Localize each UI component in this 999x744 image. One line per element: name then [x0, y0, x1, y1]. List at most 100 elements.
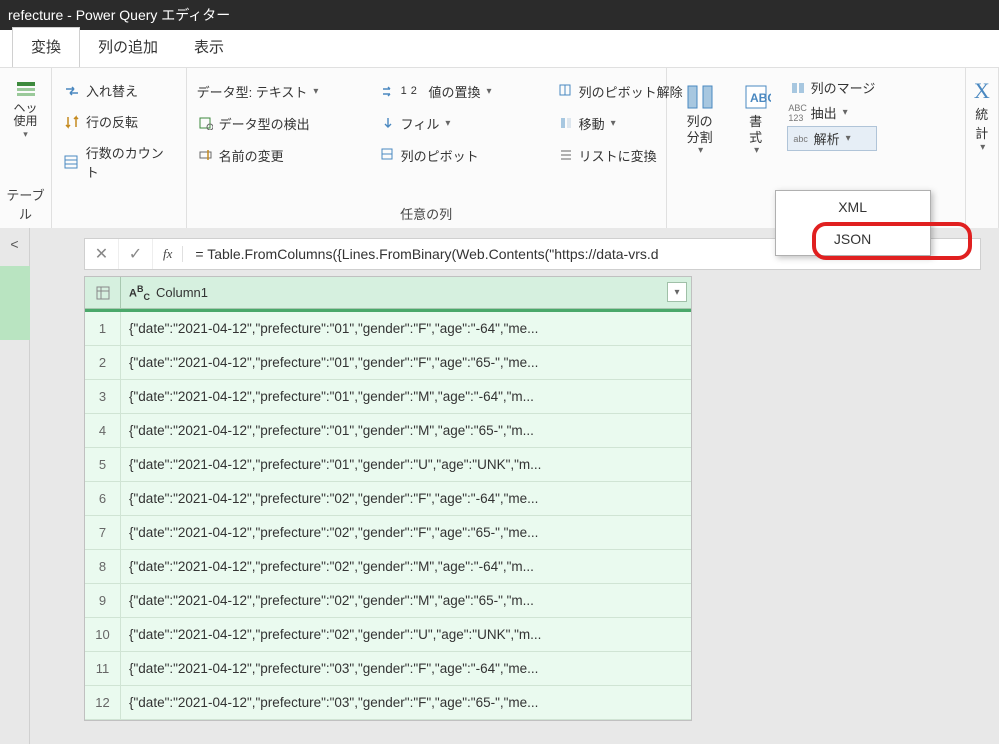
table-row[interactable]: 1{"date":"2021-04-12","prefecture":"01",… — [85, 312, 691, 346]
row-number: 12 — [85, 686, 121, 719]
cell[interactable]: {"date":"2021-04-12","prefecture":"01","… — [121, 448, 691, 481]
fx-label: fx — [153, 246, 183, 262]
table-row[interactable]: 8{"date":"2021-04-12","prefecture":"02",… — [85, 550, 691, 584]
cell[interactable]: {"date":"2021-04-12","prefecture":"01","… — [121, 312, 691, 345]
row-number: 2 — [85, 346, 121, 379]
cell[interactable]: {"date":"2021-04-12","prefecture":"02","… — [121, 516, 691, 549]
split-column-button[interactable]: 列の 分割 ▾ — [675, 76, 725, 198]
datatype-text-icon: ABC — [129, 284, 150, 302]
table-row[interactable]: 5{"date":"2021-04-12","prefecture":"01",… — [85, 448, 691, 482]
row-number: 9 — [85, 584, 121, 617]
queries-pane-collapsed[interactable]: < — [0, 228, 30, 744]
cell[interactable]: {"date":"2021-04-12","prefecture":"01","… — [121, 414, 691, 447]
window-title: refecture - Power Query エディター — [8, 5, 230, 25]
cell[interactable]: {"date":"2021-04-12","prefecture":"02","… — [121, 584, 691, 617]
table-row[interactable]: 11{"date":"2021-04-12","prefecture":"03"… — [85, 652, 691, 686]
detect-icon — [197, 114, 215, 132]
column-filter-button[interactable]: ▾ — [667, 282, 687, 302]
row-number: 7 — [85, 516, 121, 549]
pivot-button[interactable]: 列のピボット — [377, 140, 547, 170]
list-icon — [557, 146, 575, 164]
table-row[interactable]: 9{"date":"2021-04-12","prefecture":"02",… — [85, 584, 691, 618]
parse-button[interactable]: abc解析▾ — [787, 126, 878, 151]
fill-button[interactable]: フィル▾ — [377, 108, 547, 138]
dropdown-icon: ▾ — [611, 118, 616, 129]
reverse-icon — [62, 113, 82, 131]
table-row[interactable]: 7{"date":"2021-04-12","prefecture":"02",… — [85, 516, 691, 550]
row-number: 8 — [85, 550, 121, 583]
row-number: 6 — [85, 482, 121, 515]
row-number: 4 — [85, 414, 121, 447]
query-strip — [0, 266, 30, 340]
dropdown-icon: ▾ — [486, 86, 491, 97]
table-row[interactable]: 10{"date":"2021-04-12","prefecture":"02"… — [85, 618, 691, 652]
select-all-cell[interactable] — [85, 277, 121, 308]
cell[interactable]: {"date":"2021-04-12","prefecture":"01","… — [121, 346, 691, 379]
cell[interactable]: {"date":"2021-04-12","prefecture":"01","… — [121, 380, 691, 413]
dropdown-icon: ▾ — [843, 107, 848, 118]
move-icon — [557, 114, 575, 132]
merge-columns-button[interactable]: 列のマージ — [787, 76, 878, 99]
tab-transform[interactable]: 変換 — [12, 27, 80, 67]
cell[interactable]: {"date":"2021-04-12","prefecture":"02","… — [121, 482, 691, 515]
split-icon — [683, 80, 717, 114]
format-button[interactable]: ABC 書 式 ▾ — [731, 76, 781, 198]
tab-add-column[interactable]: 列の追加 — [80, 28, 176, 67]
extract-icon: ABC123 — [789, 104, 807, 122]
dropdown-icon: ▾ — [23, 130, 28, 140]
dropdown-icon: ▾ — [313, 86, 318, 97]
cell[interactable]: {"date":"2021-04-12","prefecture":"03","… — [121, 652, 691, 685]
cell[interactable]: {"date":"2021-04-12","prefecture":"03","… — [121, 686, 691, 719]
replace-values-button[interactable]: 12 値の置換▾ — [377, 76, 547, 106]
detect-datatype-button[interactable]: データ型の検出 — [195, 108, 369, 138]
use-headers-button[interactable]: ヘッ 使用 ▾ — [4, 74, 47, 179]
parse-json-item[interactable]: JSON — [776, 223, 930, 255]
transpose-button[interactable]: 入れ替え — [56, 76, 182, 105]
datatype-button[interactable]: データ型: テキスト▾ — [195, 76, 369, 106]
merge-icon — [789, 79, 807, 97]
replace-icon — [379, 82, 397, 100]
formula-commit-button[interactable]: ✓ — [119, 239, 153, 269]
reverse-rows-button[interactable]: 行の反転 — [56, 107, 182, 136]
data-preview-grid: ABC Column1 ▾ 1{"date":"2021-04-12","pre… — [84, 276, 692, 721]
count-rows-button[interactable]: 行数のカウント — [56, 138, 182, 186]
check-icon: ✓ — [129, 244, 142, 264]
formula-cancel-button[interactable]: ✕ — [85, 239, 119, 269]
row-number: 11 — [85, 652, 121, 685]
ribbon-group-text: 列の 分割 ▾ ABC 書 式 ▾ 列のマージ ABC123抽出▾ abc解析▾… — [667, 68, 966, 229]
rename-button[interactable]: 名前の変更 — [195, 140, 369, 170]
table-row[interactable]: 4{"date":"2021-04-12","prefecture":"01",… — [85, 414, 691, 448]
extract-button[interactable]: ABC123抽出▾ — [787, 101, 878, 124]
fill-icon — [379, 114, 397, 132]
table-row[interactable]: 3{"date":"2021-04-12","prefecture":"01",… — [85, 380, 691, 414]
cell[interactable]: {"date":"2021-04-12","prefecture":"02","… — [121, 550, 691, 583]
parse-dropdown-menu: XML JSON — [775, 190, 931, 256]
ribbon-tabstrip: 変換 列の追加 表示 — [0, 30, 999, 68]
ribbon-group-table-label: テーブル — [4, 179, 47, 225]
any-column-group-label: 任意の列 — [191, 198, 662, 225]
editor-main: ✕ ✓ fx = Table.FromColumns({Lines.FromBi… — [30, 228, 999, 744]
content-panes: < ✕ ✓ fx = Table.FromColumns({Lines.From… — [0, 228, 999, 744]
table-row[interactable]: 12{"date":"2021-04-12","prefecture":"03"… — [85, 686, 691, 720]
parse-xml-item[interactable]: XML — [776, 191, 930, 223]
title-bar: refecture - Power Query エディター — [0, 0, 999, 30]
ribbon-group-table: ヘッ 使用 ▾ テーブル — [0, 68, 52, 229]
split-label: 列の 分割 — [687, 114, 713, 145]
rename-icon — [197, 146, 215, 164]
dropdown-icon: ▾ — [980, 142, 985, 153]
count-icon — [62, 153, 82, 171]
format-icon: ABC — [739, 80, 773, 114]
column-header-column1[interactable]: ABC Column1 ▾ — [121, 277, 691, 308]
ribbon: ヘッ 使用 ▾ テーブル 入れ替え 行の反転 行数のカウント — [0, 68, 999, 230]
tab-view[interactable]: 表示 — [176, 28, 242, 67]
sigma-icon: Χ — [974, 78, 990, 104]
dropdown-icon: ▾ — [846, 133, 851, 144]
cell[interactable]: {"date":"2021-04-12","prefecture":"02","… — [121, 618, 691, 651]
grid-header: ABC Column1 ▾ — [85, 277, 691, 309]
table-row[interactable]: 6{"date":"2021-04-12","prefecture":"02",… — [85, 482, 691, 516]
table-icon — [96, 286, 110, 300]
format-label: 書 式 — [749, 114, 762, 145]
svg-text:ABC: ABC — [750, 91, 771, 105]
table-row[interactable]: 2{"date":"2021-04-12","prefecture":"01",… — [85, 346, 691, 380]
row-number: 3 — [85, 380, 121, 413]
